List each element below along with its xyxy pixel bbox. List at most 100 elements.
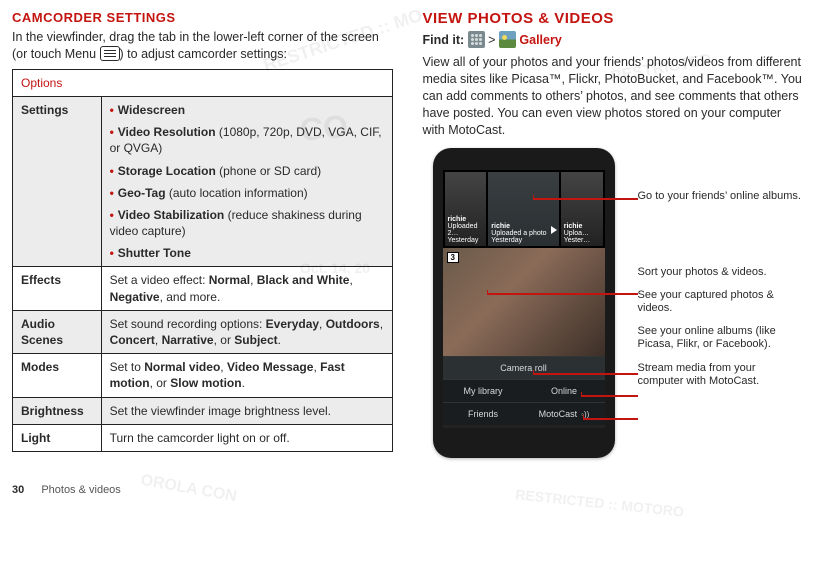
find-it-line: Find it: > Gallery bbox=[423, 31, 804, 48]
row-effects-label: Effects bbox=[13, 267, 102, 310]
section-heading-camcorder: CAMCORDER SETTINGS bbox=[12, 10, 393, 25]
page-footer: 30 Photos & videos bbox=[12, 484, 803, 496]
row-effects-value: Set a video effect: Normal, Black and Wh… bbox=[101, 267, 392, 310]
effects-post: , and more. bbox=[160, 290, 221, 304]
effects-neg: Negative bbox=[110, 290, 160, 304]
friend-tile: richie Uploaded a photo Yesterday bbox=[488, 172, 558, 246]
modes-message: Video Message bbox=[227, 360, 313, 374]
nav-online: Online bbox=[524, 379, 605, 402]
tile-username: richie bbox=[448, 216, 484, 223]
row-brightness-value: Set the viewfinder image brightness leve… bbox=[101, 397, 392, 424]
modes-post: . bbox=[242, 376, 245, 390]
phone-device: richie Uploaded 2… Yesterday richie Uplo… bbox=[433, 148, 615, 458]
sep: , or bbox=[150, 376, 171, 390]
row-audio-label: Audio Scenes bbox=[13, 310, 102, 353]
page-number: 30 bbox=[12, 484, 24, 496]
setting-widescreen: Widescreen bbox=[118, 103, 185, 117]
callouts: Go to your friends’ online albums. Sort … bbox=[638, 260, 803, 398]
bullet-icon: • bbox=[110, 103, 118, 117]
sep: , or bbox=[214, 333, 235, 347]
tile-when: Yester… bbox=[564, 237, 600, 244]
effects-pre: Set a video effect: bbox=[110, 273, 209, 287]
photo-preview: 3 bbox=[443, 248, 605, 356]
sep: , bbox=[319, 317, 326, 331]
options-header: Options bbox=[13, 69, 393, 96]
callout-friends-albums: Go to your friends’ online albums. bbox=[638, 190, 803, 203]
setting-geotag-detail: (auto location information) bbox=[166, 186, 308, 200]
apps-grid-icon bbox=[468, 31, 485, 48]
tile-line: Uploaded a photo bbox=[491, 230, 555, 237]
row-brightness-label: Brightness bbox=[13, 397, 102, 424]
phone-figure: richie Uploaded 2… Yesterday richie Uplo… bbox=[423, 148, 793, 478]
find-it-sep: > bbox=[488, 33, 499, 47]
effects-bw: Black and White bbox=[257, 273, 350, 287]
audio-post: . bbox=[278, 333, 281, 347]
bullet-icon: • bbox=[110, 164, 118, 178]
options-table: Options Settings •Widescreen •Video Reso… bbox=[12, 69, 393, 452]
tile-username: richie bbox=[564, 223, 600, 230]
bullet-icon: • bbox=[110, 246, 118, 260]
tile-line: Uploaded 2… bbox=[448, 223, 484, 237]
setting-shutter: Shutter Tone bbox=[118, 246, 191, 260]
setting-geotag: Geo-Tag bbox=[118, 186, 166, 200]
menu-icon bbox=[100, 46, 120, 61]
view-paragraph: View all of your photos and your friends… bbox=[423, 54, 804, 138]
tile-line: Uploa… bbox=[564, 230, 600, 237]
callout-motocast: Stream media from your computer with Mot… bbox=[638, 362, 803, 388]
nav-motocast-label: MotoCast bbox=[539, 409, 578, 419]
effects-normal: Normal bbox=[209, 273, 250, 287]
row-settings-value: •Widescreen •Video Resolution (1080p, 72… bbox=[101, 96, 392, 267]
section-heading-view: VIEW PHOTOS & VIDEOS bbox=[423, 10, 804, 27]
sep: , bbox=[380, 317, 383, 331]
callout-sort: Sort your photos & videos. bbox=[638, 266, 803, 279]
tile-when: Yesterday bbox=[491, 237, 555, 244]
find-it-app: Gallery bbox=[519, 33, 561, 47]
friends-tiles-row: richie Uploaded 2… Yesterday richie Uplo… bbox=[443, 170, 605, 248]
nav-motocast: MotoCast◦)) bbox=[524, 402, 605, 425]
row-audio-value: Set sound recording options: Everyday, O… bbox=[101, 310, 392, 353]
sep: , bbox=[250, 273, 257, 287]
audio-subject: Subject bbox=[234, 333, 277, 347]
page-columns: CAMCORDER SETTINGS In the viewfinder, dr… bbox=[12, 10, 803, 478]
bullet-icon: • bbox=[110, 186, 118, 200]
row-modes-value: Set to Normal video, Video Message, Fast… bbox=[101, 354, 392, 397]
audio-pre: Set sound recording options: bbox=[110, 317, 266, 331]
setting-storage-detail: (phone or SD card) bbox=[216, 164, 321, 178]
find-it-label: Find it: bbox=[423, 33, 465, 47]
setting-vres: Video Resolution bbox=[118, 125, 216, 139]
sep: , bbox=[155, 333, 162, 347]
photo-count-badge: 3 bbox=[447, 252, 459, 263]
left-column: CAMCORDER SETTINGS In the viewfinder, dr… bbox=[12, 10, 393, 478]
callout-captured: See your captured photos & videos. bbox=[638, 289, 803, 315]
row-light-label: Light bbox=[13, 424, 102, 451]
audio-outdoors: Outdoors bbox=[326, 317, 380, 331]
nav-my-library: My library bbox=[443, 379, 524, 402]
nav-camera-roll: Camera roll bbox=[443, 356, 605, 379]
audio-narrative: Narrative bbox=[162, 333, 214, 347]
gallery-bottom-nav: Camera roll My library Online Friends Mo… bbox=[443, 356, 605, 425]
video-play-icon bbox=[551, 226, 557, 234]
row-light-value: Turn the camcorder light on or off. bbox=[101, 424, 392, 451]
nav-friends: Friends bbox=[443, 402, 524, 425]
footer-section: Photos & videos bbox=[41, 484, 121, 496]
modes-pre: Set to bbox=[110, 360, 145, 374]
audio-concert: Concert bbox=[110, 333, 155, 347]
tile-username: richie bbox=[491, 223, 555, 230]
gallery-icon bbox=[499, 31, 516, 48]
callout-online-albums: See your online albums (like Picasa, Fli… bbox=[638, 325, 803, 351]
camcorder-intro: In the viewfinder, drag the tab in the l… bbox=[12, 29, 393, 63]
intro-post: ) to adjust camcorder settings: bbox=[120, 47, 287, 61]
phone-screen: richie Uploaded 2… Yesterday richie Uplo… bbox=[443, 170, 605, 428]
bullet-icon: • bbox=[110, 125, 118, 139]
friend-tile: richie Uploa… Yester… bbox=[561, 172, 603, 246]
setting-storage: Storage Location bbox=[118, 164, 216, 178]
modes-slow: Slow motion bbox=[170, 376, 241, 390]
row-settings-label: Settings bbox=[13, 96, 102, 267]
sep: , bbox=[349, 273, 352, 287]
friend-tile: richie Uploaded 2… Yesterday bbox=[445, 172, 487, 246]
audio-everyday: Everyday bbox=[266, 317, 319, 331]
bullet-icon: • bbox=[110, 208, 118, 222]
row-modes-label: Modes bbox=[13, 354, 102, 397]
modes-normal: Normal video bbox=[144, 360, 220, 374]
setting-stabilization: Video Stabilization bbox=[118, 208, 224, 222]
